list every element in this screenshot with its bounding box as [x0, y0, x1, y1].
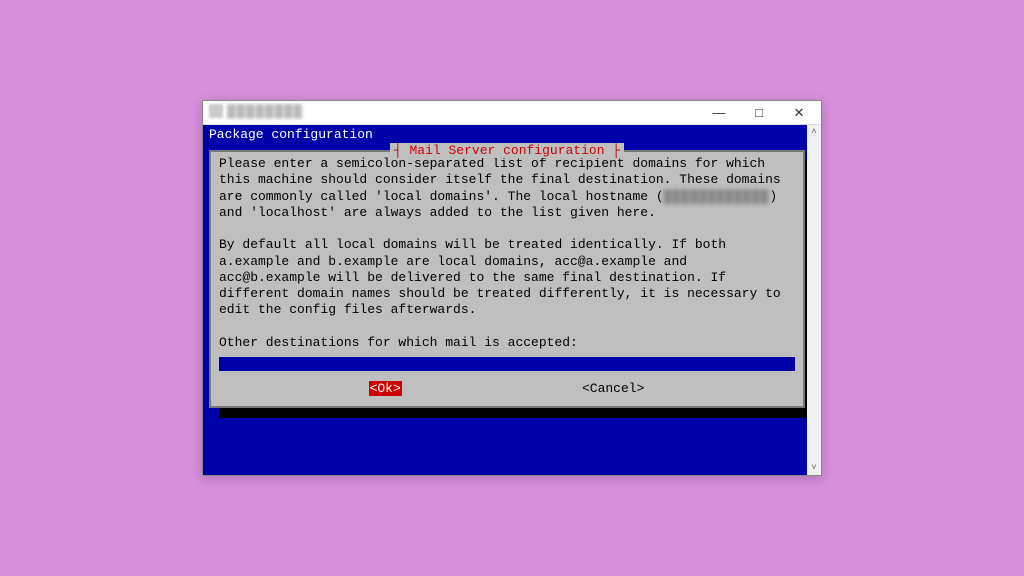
prompt-label: Other destinations for which mail is acc…: [219, 335, 578, 350]
minimize-button[interactable]: —: [699, 102, 739, 124]
terminal-viewport: Package configuration ┤ Mail Server conf…: [203, 125, 821, 475]
dialog-title-row: ┤ Mail Server configuration ├: [211, 143, 803, 158]
ok-button[interactable]: <Ok>: [369, 381, 402, 396]
package-config-header: Package configuration: [203, 125, 821, 144]
mail-server-config-dialog: ┤ Mail Server configuration ├ Please ent…: [209, 150, 805, 408]
app-title-redacted: ████████: [227, 104, 303, 118]
titlebar: ████████ — □ ✕: [203, 101, 821, 125]
scroll-down-icon[interactable]: ˅: [807, 461, 821, 475]
scrollbar[interactable]: ˄ ˅: [807, 125, 821, 475]
cancel-button[interactable]: <Cancel>: [581, 381, 645, 396]
scroll-up-icon[interactable]: ˄: [807, 125, 821, 139]
dialog-body: Please enter a semicolon-separated list …: [219, 156, 795, 351]
button-row: <Ok> <Cancel>: [219, 381, 795, 396]
domains-input[interactable]: [219, 357, 795, 371]
hostname-redacted: ████████████: [664, 189, 770, 205]
maximize-button[interactable]: □: [739, 102, 779, 124]
titlebar-left: ████████: [209, 104, 303, 118]
close-button[interactable]: ✕: [779, 102, 819, 124]
dialog-title: ┤ Mail Server configuration ├: [390, 143, 624, 158]
app-icon: [209, 104, 223, 118]
dialog-wrap: ┤ Mail Server configuration ├ Please ent…: [209, 150, 805, 408]
app-window: ████████ — □ ✕ Package configuration ┤ M…: [202, 100, 822, 476]
instruction-text-2: By default all local domains will be tre…: [219, 237, 781, 317]
